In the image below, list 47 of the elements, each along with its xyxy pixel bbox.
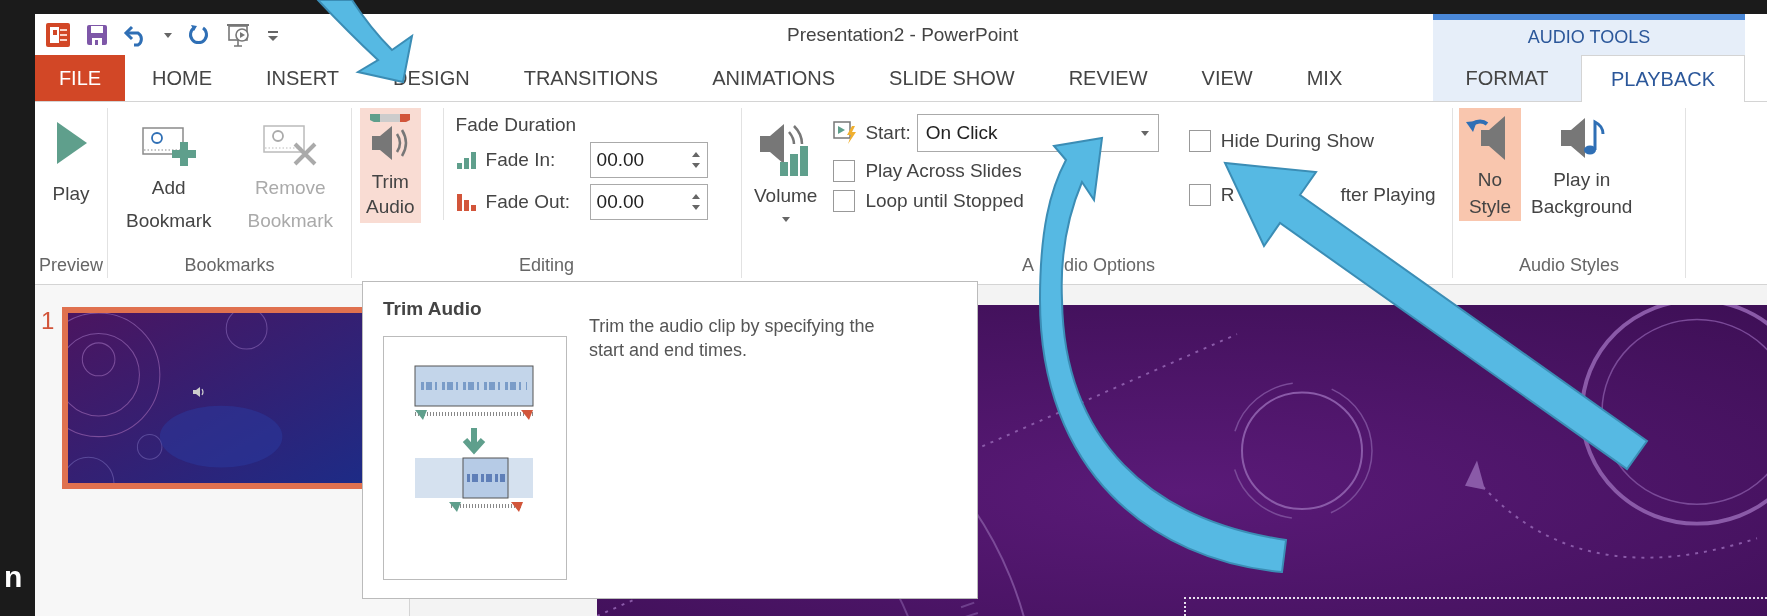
group-label: Bookmarks bbox=[183, 255, 276, 277]
checkbox[interactable]: Hide During Show bbox=[1188, 130, 1436, 152]
ribbon-tab[interactable]: REVIEW bbox=[1041, 55, 1175, 101]
fade-out-icon bbox=[455, 192, 478, 212]
window-title: Presentation2 - PowerPoint bbox=[786, 23, 1020, 46]
ribbon-tab[interactable]: SLIDE SHOW bbox=[862, 55, 1042, 101]
group-label: Editing bbox=[517, 255, 575, 277]
audio-style-button[interactable]: No Style bbox=[1459, 108, 1521, 222]
caret-icon bbox=[780, 214, 791, 223]
duration-spinner[interactable]: 00.00 bbox=[589, 142, 708, 178]
checkbox[interactable]: R fter Playing bbox=[1188, 184, 1436, 206]
ribbon-tab[interactable]: FORMAT bbox=[1433, 55, 1581, 101]
tooltip-description: Trim the audio clip by specifying the start and end times. bbox=[589, 315, 876, 363]
fade-label: Fade In: bbox=[485, 149, 557, 171]
ribbon-tab[interactable]: INSERT bbox=[239, 55, 366, 101]
group-label: A dio Options bbox=[1021, 255, 1157, 277]
checkbox[interactable]: Play Across Slides bbox=[833, 160, 1159, 182]
checkbox[interactable]: Loop until Stopped bbox=[833, 190, 1159, 212]
audio-style-button[interactable]: Play in Background bbox=[1525, 108, 1639, 222]
app-logo-icon[interactable] bbox=[45, 21, 71, 48]
ribbon-tab[interactable]: FILE bbox=[35, 55, 125, 101]
trim-audio-button[interactable]: Trim Audio bbox=[360, 108, 421, 224]
speaker-icon bbox=[192, 385, 207, 399]
fade-label: Fade Out: bbox=[485, 191, 572, 213]
group-label: Audio Styles bbox=[1517, 255, 1621, 277]
start-dropdown[interactable]: On Click bbox=[916, 114, 1159, 152]
volume-button[interactable]: Volume bbox=[750, 108, 822, 227]
play-button[interactable]: Play bbox=[47, 114, 95, 211]
save-icon[interactable] bbox=[85, 22, 109, 47]
ribbon-tab[interactable]: HOME bbox=[125, 55, 239, 101]
ribbon-tab[interactable]: MIX bbox=[1279, 55, 1370, 101]
slide-number: 1 bbox=[41, 307, 55, 335]
bookmark-button[interactable]: Add Bookmark bbox=[122, 118, 216, 238]
contextual-tab-header: AUDIO TOOLS bbox=[1433, 14, 1745, 55]
edge-letter: n bbox=[4, 560, 23, 594]
ribbon-tab[interactable]: ANIMATIONS bbox=[685, 55, 863, 101]
redo-icon[interactable] bbox=[187, 22, 211, 47]
group-label: Preview bbox=[38, 255, 104, 277]
ribbon-tab[interactable]: TRANSITIONS bbox=[496, 55, 686, 101]
ribbon-tab[interactable]: VIEW bbox=[1174, 55, 1280, 101]
fade-in-icon bbox=[455, 150, 478, 170]
fade-duration-label: Fade Duration bbox=[455, 114, 577, 136]
duration-spinner[interactable]: 00.00 bbox=[589, 184, 708, 220]
caret-icon[interactable] bbox=[163, 30, 173, 39]
start-label: Start: bbox=[865, 122, 911, 144]
tooltip-title: Trim Audio bbox=[383, 298, 483, 320]
ribbon-tab[interactable]: PLAYBACK bbox=[1581, 55, 1745, 102]
